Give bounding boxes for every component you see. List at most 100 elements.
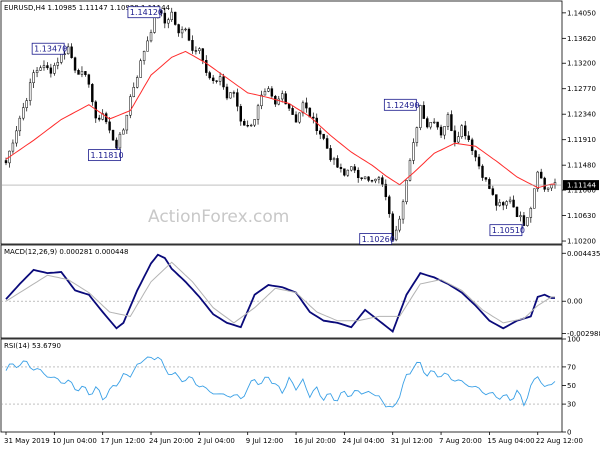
candle-body bbox=[201, 48, 205, 61]
y-tick-label: 0.004435 bbox=[567, 250, 600, 258]
candle-body bbox=[32, 72, 35, 84]
candle-body bbox=[122, 129, 125, 135]
candle-body bbox=[550, 184, 553, 189]
candle-body bbox=[180, 29, 184, 34]
candle-body bbox=[270, 88, 274, 97]
candle-body bbox=[450, 114, 453, 131]
candle-body bbox=[73, 57, 77, 71]
callout-label: 1.12490 bbox=[386, 101, 419, 110]
candle-body bbox=[512, 199, 515, 208]
candle-body bbox=[408, 160, 412, 181]
candle-body bbox=[298, 112, 301, 123]
candle-body bbox=[46, 65, 49, 69]
candle-body bbox=[501, 202, 505, 206]
pane-0: 1.14050 1.13620 1.13200 1.12770 1.12340 1.119… bbox=[0, 0, 599, 246]
candle-body bbox=[66, 46, 70, 55]
candle-body bbox=[173, 11, 177, 25]
y-tick-label: 1.12770 bbox=[567, 85, 596, 93]
candle-body bbox=[381, 177, 384, 185]
signal-line bbox=[5, 261, 555, 324]
candle-body bbox=[477, 156, 481, 167]
forex-chart: 1.14050 1.13620 1.13200 1.12770 1.12340 1.119… bbox=[0, 0, 600, 445]
candle-body bbox=[205, 60, 208, 73]
x-tick-label: 16 Jul 20:00 bbox=[294, 437, 336, 445]
pane-2: 100 70 50 30 0 RSI(14) 53.6790 bbox=[0, 336, 580, 437]
macd-line bbox=[5, 253, 555, 333]
x-tick-label: 22 Aug 12:00 bbox=[536, 437, 583, 445]
candle-body bbox=[353, 166, 356, 171]
candle-body bbox=[488, 179, 491, 189]
candle-body bbox=[405, 180, 408, 203]
candle-body bbox=[533, 188, 536, 209]
pane-frame bbox=[0, 244, 563, 339]
candle-body bbox=[377, 177, 381, 180]
candle-body bbox=[84, 71, 87, 75]
candle-body bbox=[415, 127, 419, 143]
candle-body bbox=[243, 120, 246, 126]
candle-body bbox=[170, 11, 173, 21]
candle-body bbox=[436, 121, 439, 128]
candle-body bbox=[370, 180, 374, 182]
chart-panes: 1.14050 1.13620 1.13200 1.12770 1.12340 1.119… bbox=[0, 0, 600, 437]
candle-body bbox=[277, 98, 280, 105]
candle-body bbox=[412, 142, 415, 161]
candle-body bbox=[132, 87, 135, 97]
candle-body bbox=[22, 107, 25, 119]
pane-1: 0.0044350.00-0.002988MACD(12,26,9) 0.000… bbox=[0, 244, 600, 339]
y-tick-label: 1.11480 bbox=[567, 162, 596, 170]
candle-body bbox=[229, 92, 232, 99]
candle-body bbox=[346, 169, 350, 176]
moving-average-line bbox=[5, 50, 555, 189]
candle-body bbox=[4, 160, 8, 164]
candle-body bbox=[363, 176, 367, 179]
candle-body bbox=[42, 65, 46, 68]
candle-body bbox=[60, 54, 63, 63]
candle-body bbox=[108, 121, 111, 131]
candle-body bbox=[146, 40, 149, 52]
candle-body bbox=[491, 188, 495, 195]
x-tick-label: 31 May 2019 bbox=[4, 437, 50, 445]
candle-body bbox=[464, 125, 467, 137]
candle-body bbox=[325, 138, 329, 149]
candle-body bbox=[529, 208, 533, 218]
candle-body bbox=[429, 122, 432, 128]
candle-body bbox=[194, 50, 198, 52]
candle-body bbox=[312, 116, 315, 119]
candle-body bbox=[343, 168, 346, 176]
candle-body bbox=[191, 40, 194, 51]
plot-area bbox=[1, 253, 562, 333]
candle-body bbox=[49, 67, 53, 74]
x-tick-label: 7 Aug 20:00 bbox=[439, 437, 482, 445]
candle-body bbox=[246, 125, 249, 127]
candle-body bbox=[142, 50, 146, 61]
candle-body bbox=[281, 93, 284, 100]
y-tick-label: 50 bbox=[567, 382, 576, 390]
y-tick-label: 1.11910 bbox=[567, 136, 596, 144]
x-tick-label: 17 Jun 12:00 bbox=[101, 437, 145, 445]
candle-body bbox=[111, 129, 115, 141]
y-tick-label: 1.13200 bbox=[567, 60, 596, 68]
candle-body bbox=[432, 121, 436, 124]
candle-body bbox=[294, 114, 298, 123]
x-tick-label: 2 Jul 04:00 bbox=[197, 437, 235, 445]
candle-body bbox=[315, 117, 318, 131]
candle-body bbox=[356, 169, 360, 179]
watermark: ActionForex.com bbox=[148, 207, 289, 227]
candle-body bbox=[287, 103, 291, 109]
candle-body bbox=[218, 76, 222, 82]
candle-body bbox=[35, 70, 39, 73]
y-tick-label: 1.13620 bbox=[567, 35, 596, 43]
candle-body bbox=[149, 32, 153, 42]
candle-body bbox=[135, 77, 139, 88]
candle-body bbox=[546, 187, 550, 190]
candle-body bbox=[419, 105, 422, 128]
candle-body bbox=[263, 91, 267, 96]
candle-body bbox=[18, 117, 22, 132]
candle-body bbox=[339, 167, 343, 169]
candle-body bbox=[77, 70, 80, 75]
candle-body bbox=[28, 82, 32, 101]
candle-body bbox=[187, 28, 191, 41]
candle-body bbox=[39, 67, 42, 71]
candle-body bbox=[232, 92, 236, 94]
candle-body bbox=[439, 126, 443, 136]
